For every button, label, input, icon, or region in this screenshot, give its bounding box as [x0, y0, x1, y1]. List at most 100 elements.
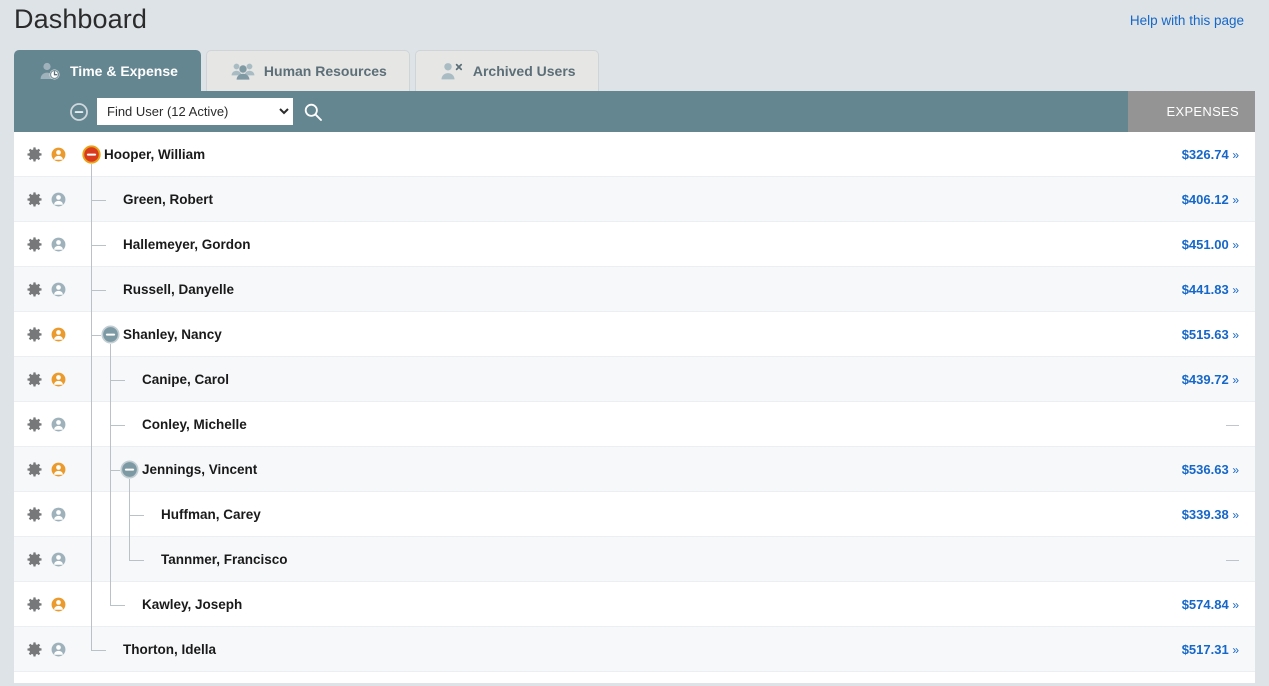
user-name-label[interactable]: Green, Robert [123, 192, 213, 207]
expense-amount-link[interactable]: $451.00 » [1128, 237, 1255, 252]
staff-person-icon [47, 282, 69, 297]
gear-icon[interactable] [23, 371, 45, 387]
collapse-toggle-icon[interactable] [82, 144, 101, 164]
gear-icon[interactable] [23, 191, 45, 207]
user-name-label[interactable]: Huffman, Carey [161, 507, 261, 522]
staff-person-icon [47, 192, 69, 207]
tab-strip: Time & Expense Human Resources Archived … [0, 46, 1269, 91]
gear-icon[interactable] [23, 146, 45, 162]
gear-icon[interactable] [23, 416, 45, 432]
expense-amount-empty: — [1226, 551, 1239, 567]
user-name-label[interactable]: Canipe, Carol [142, 372, 229, 387]
staff-person-icon [47, 237, 69, 252]
table-row[interactable]: Tannmer, Francisco — [14, 537, 1255, 582]
person-clock-icon [39, 61, 61, 81]
table-row[interactable]: Hallemeyer, Gordon $451.00 » [14, 222, 1255, 267]
manager-person-icon [47, 597, 69, 612]
tree-node-cell: Thorton, Idella [69, 627, 1128, 672]
gear-icon[interactable] [23, 596, 45, 612]
gear-icon[interactable] [23, 461, 45, 477]
table-row[interactable]: Hooper, William $326.74 » [14, 132, 1255, 177]
user-name-label[interactable]: Jennings, Vincent [142, 462, 257, 477]
table-row[interactable]: Thorton, Idella $517.31 » [14, 627, 1255, 672]
tree-connector-line [110, 604, 125, 606]
gear-icon[interactable] [23, 551, 45, 567]
tree-node-cell: Canipe, Carol [69, 357, 1128, 402]
collapse-toggle-icon[interactable] [120, 459, 139, 479]
manager-person-icon [47, 147, 69, 162]
tree-node-cell: Hallemeyer, Gordon [69, 222, 1128, 267]
user-name-label[interactable]: Russell, Danyelle [123, 282, 234, 297]
people-group-icon [231, 61, 255, 81]
user-name-label[interactable]: Shanley, Nancy [123, 327, 222, 342]
expense-amount-link[interactable]: $515.63 » [1128, 327, 1255, 342]
user-name-label[interactable]: Hallemeyer, Gordon [123, 237, 251, 252]
expense-amount-link[interactable]: $517.31 » [1128, 642, 1255, 657]
user-name-label[interactable]: Thorton, Idella [123, 642, 216, 657]
expense-amount-link[interactable]: $536.63 » [1128, 462, 1255, 477]
tree-connector-line [110, 343, 111, 605]
tree-connector-line [91, 199, 106, 201]
tree-connector-line [129, 478, 130, 560]
toolbar: Find User (12 Active) EXPENSES [14, 91, 1255, 132]
staff-person-icon [47, 642, 69, 657]
user-name-label[interactable]: Hooper, William [104, 147, 205, 162]
user-name-label[interactable]: Kawley, Joseph [142, 597, 242, 612]
tree-node-cell: Huffman, Carey [69, 492, 1128, 537]
tree-node-cell: Green, Robert [69, 177, 1128, 222]
tree-connector-line [91, 289, 106, 291]
tree-connector-line [91, 334, 101, 336]
manager-person-icon [47, 462, 69, 477]
tree-connector-line [110, 379, 125, 381]
tab-archived-users[interactable]: Archived Users [414, 50, 599, 91]
table-row[interactable]: Kawley, Joseph $574.84 » [14, 582, 1255, 627]
tab-label: Human Resources [263, 63, 387, 79]
expense-amount-link[interactable]: $441.83 » [1128, 282, 1255, 297]
expense-amount-link[interactable]: $574.84 » [1128, 597, 1255, 612]
staff-person-icon [47, 417, 69, 432]
table-row[interactable]: Jennings, Vincent $536.63 » [14, 447, 1255, 492]
tab-label: Time & Expense [70, 63, 178, 79]
gear-icon[interactable] [23, 236, 45, 252]
staff-person-icon [47, 507, 69, 522]
user-name-label[interactable]: Conley, Michelle [142, 417, 247, 432]
table-row[interactable]: Canipe, Carol $439.72 » [14, 357, 1255, 402]
tree-connector-line [129, 559, 144, 561]
person-x-icon [440, 61, 464, 81]
table-row[interactable]: Shanley, Nancy $515.63 » [14, 312, 1255, 357]
staff-person-icon [47, 552, 69, 567]
user-tree: Hooper, William $326.74 » Green, Robert $40… [14, 132, 1255, 683]
search-icon[interactable] [303, 102, 323, 122]
table-row[interactable]: Russell, Danyelle $441.83 » [14, 267, 1255, 312]
tab-label: Archived Users [472, 63, 576, 79]
manager-person-icon [47, 372, 69, 387]
tab-time-and-expense[interactable]: Time & Expense [14, 50, 201, 91]
expense-amount-link[interactable]: $439.72 » [1128, 372, 1255, 387]
expense-amount-link[interactable]: $326.74 » [1128, 147, 1255, 162]
tree-node-cell: Jennings, Vincent [69, 447, 1128, 492]
tree-connector-line [129, 514, 144, 516]
gear-icon[interactable] [23, 281, 45, 297]
user-name-label[interactable]: Tannmer, Francisco [161, 552, 288, 567]
collapse-toggle-icon[interactable] [101, 324, 120, 344]
tree-connector-line [91, 163, 92, 650]
find-user-select[interactable]: Find User (12 Active) [97, 98, 293, 125]
help-with-this-page-link[interactable]: Help with this page [1130, 13, 1244, 28]
tree-node-cell: Kawley, Joseph [69, 582, 1128, 627]
tree-node-cell: Shanley, Nancy [69, 312, 1128, 357]
expense-amount-link[interactable]: $406.12 » [1128, 192, 1255, 207]
tab-human-resources[interactable]: Human Resources [205, 50, 410, 91]
expense-amount-link[interactable]: $339.38 » [1128, 507, 1255, 522]
table-row[interactable]: Green, Robert $406.12 » [14, 177, 1255, 222]
table-row[interactable]: Huffman, Carey $339.38 » [14, 492, 1255, 537]
collapse-all-icon[interactable] [70, 102, 88, 121]
gear-icon[interactable] [23, 326, 45, 342]
tree-connector-line [91, 244, 106, 246]
table-row[interactable]: Conley, Michelle — [14, 402, 1255, 447]
tree-connector-line [110, 469, 120, 471]
expense-amount-empty: — [1226, 416, 1239, 432]
page-title: Dashboard [14, 4, 147, 34]
gear-icon[interactable] [23, 641, 45, 657]
gear-icon[interactable] [23, 506, 45, 522]
tree-node-cell: Tannmer, Francisco [69, 537, 1128, 582]
